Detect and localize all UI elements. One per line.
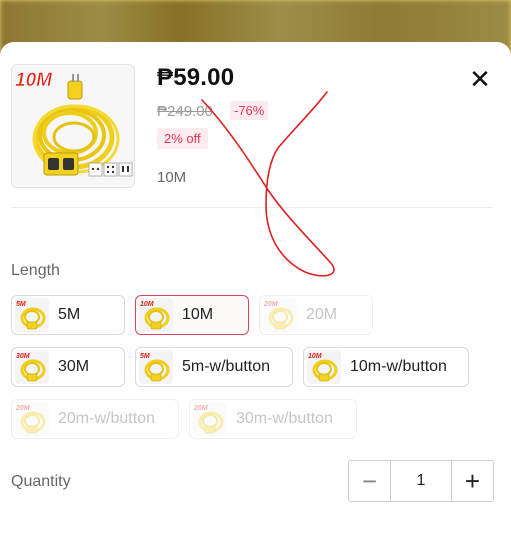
plus-icon[interactable]: +	[451, 461, 493, 501]
length-section-label: Length	[11, 262, 60, 279]
extension-cord-thumbnail-icon: 10M	[307, 350, 341, 384]
length-option-label: 10M	[182, 306, 214, 323]
coupon-badge: 2% off	[157, 128, 208, 149]
svg-text:10M: 10M	[140, 301, 154, 308]
discount-badge: -76%	[230, 101, 269, 120]
length-option[interactable]: 10M 10M	[135, 295, 249, 335]
svg-text:20M: 20M	[15, 405, 30, 412]
svg-text:5M: 5M	[16, 301, 26, 308]
length-option[interactable]: 30M 30M	[11, 347, 125, 387]
length-option-label: 20m-w/button	[58, 410, 155, 427]
length-option-label: 30M	[58, 358, 90, 375]
length-option-label: 30m-w/button	[236, 410, 333, 427]
original-price: ₱249.00	[157, 103, 213, 120]
quantity-stepper: − 1 +	[348, 460, 494, 502]
svg-text:30M: 30M	[16, 353, 30, 360]
extension-cord-image: 10M	[12, 65, 134, 187]
length-option-label: 5M	[58, 306, 81, 323]
minus-icon[interactable]: −	[349, 461, 391, 501]
extension-cord-thumbnail-icon: 20M	[263, 298, 297, 332]
extension-cord-thumbnail-icon: 20M	[15, 402, 49, 436]
extension-cord-thumbnail-icon: 20M	[193, 402, 227, 436]
length-option[interactable]: 10M 10m-w/button	[303, 347, 469, 387]
svg-text:20M: 20M	[193, 405, 208, 412]
product-thumbnail[interactable]: 10M	[11, 64, 135, 188]
extension-cord-thumbnail-icon: 5M	[15, 298, 49, 332]
length-option[interactable]: 5M 5M	[11, 295, 125, 335]
length-option-label: 20M	[306, 306, 338, 323]
variant-selection-sheet: 10M ₱59.00 ₱249.00 -76% 2% off 10M ✕ Len…	[0, 42, 511, 556]
length-option[interactable]: 20M 20M	[259, 295, 373, 335]
current-price: ₱59.00	[157, 64, 235, 91]
selected-variant-label: 10M	[157, 169, 187, 186]
length-option[interactable]: 5M 5m-w/button	[135, 347, 293, 387]
length-option-label: 5m-w/button	[182, 358, 271, 375]
quantity-label: Quantity	[11, 473, 71, 490]
svg-text:5M: 5M	[140, 353, 150, 360]
extension-cord-thumbnail-icon: 30M	[15, 350, 49, 384]
extension-cord-thumbnail-icon: 10M	[139, 298, 173, 332]
extension-cord-thumbnail-icon: 5M	[139, 350, 173, 384]
svg-text:20M: 20M	[263, 301, 278, 308]
divider	[11, 207, 493, 208]
close-icon[interactable]: ✕	[467, 66, 493, 92]
quantity-value[interactable]: 1	[391, 461, 451, 501]
length-option[interactable]: 20M 30m-w/button	[189, 399, 357, 439]
length-option-label: 10m-w/button	[350, 358, 447, 375]
svg-text:10M: 10M	[308, 353, 322, 360]
image-length-badge: 10M	[15, 70, 53, 91]
length-option[interactable]: 20M 20m-w/button	[11, 399, 179, 439]
